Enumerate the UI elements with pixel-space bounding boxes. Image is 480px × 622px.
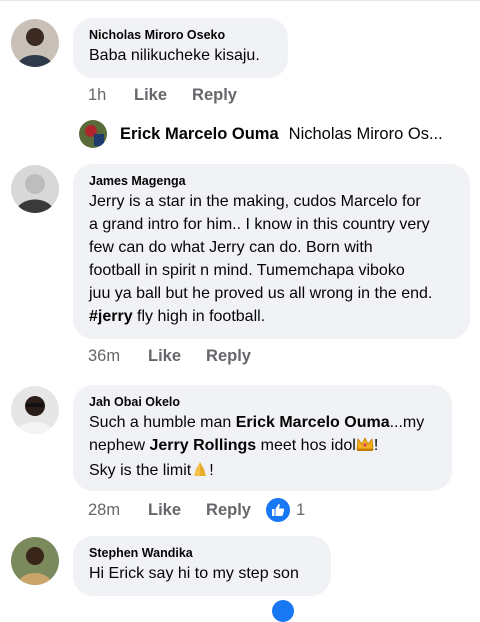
avatar-james[interactable] [11, 165, 59, 213]
comment-bubble: James Magenga Jerry is a star in the mak… [73, 164, 470, 339]
comment-author[interactable]: James Magenga [89, 172, 454, 190]
folded-hands-icon [191, 461, 209, 484]
reply-author[interactable]: Erick Marcelo Ouma [120, 125, 279, 144]
comment-actions: 28m Like Reply 1 [88, 498, 305, 522]
thumbs-up-icon [265, 498, 290, 522]
comment-text: Jerry is a star in the making, cudos Mar… [89, 193, 433, 325]
mention-link[interactable]: Jerry Rollings [150, 437, 257, 454]
reaction-summary[interactable]: 1 [265, 498, 306, 522]
like-button[interactable]: Like [134, 86, 167, 105]
reply-button[interactable]: Reply [206, 347, 251, 366]
top-divider [0, 0, 480, 1]
reply-button[interactable]: Reply [206, 501, 251, 520]
avatar-nicholas[interactable] [11, 19, 59, 67]
comment-bubble: Nicholas Miroro Oseko Baba nilikucheke k… [73, 18, 288, 78]
avatar-jah[interactable] [11, 386, 59, 434]
comment-time[interactable]: 36m [88, 347, 148, 366]
reply-text: Nicholas Miroro Os... [288, 124, 443, 143]
comment-author[interactable]: Stephen Wandika [89, 544, 315, 562]
reply-button[interactable]: Reply [192, 86, 237, 105]
comment-text: Hi Erick say hi to my step son [89, 565, 299, 582]
comment-time[interactable]: 1h [88, 86, 134, 105]
comment-author[interactable]: Jah Obai Okelo [89, 393, 436, 411]
comment-time[interactable]: 28m [88, 501, 148, 520]
comment-author[interactable]: Nicholas Miroro Oseko [89, 26, 272, 44]
reaction-count: 1 [295, 500, 306, 519]
thumbs-up-icon [272, 600, 294, 622]
crown-icon [356, 436, 374, 459]
hashtag-link[interactable]: #jerry [89, 308, 133, 325]
avatar-stephen[interactable] [11, 537, 59, 585]
comment-bubble: Jah Obai Okelo Such a humble man Erick M… [73, 385, 452, 491]
reply-preview[interactable]: Erick Marcelo Ouma Nicholas Miroro Os... [79, 118, 479, 150]
mention-link[interactable]: Erick Marcelo Ouma [236, 414, 390, 431]
comment-text: Such a humble man Erick Marcelo Ouma...m… [89, 411, 436, 484]
comment-text: Baba nilikucheke kisaju. [89, 47, 260, 64]
like-button[interactable]: Like [148, 501, 181, 520]
like-button[interactable]: Like [148, 347, 181, 366]
comment-bubble: Stephen Wandika Hi Erick say hi to my st… [73, 536, 331, 596]
avatar-erick[interactable] [79, 120, 107, 148]
comment-actions: 36m Like Reply [88, 347, 251, 366]
comment-actions: 1h Like Reply [88, 86, 237, 105]
